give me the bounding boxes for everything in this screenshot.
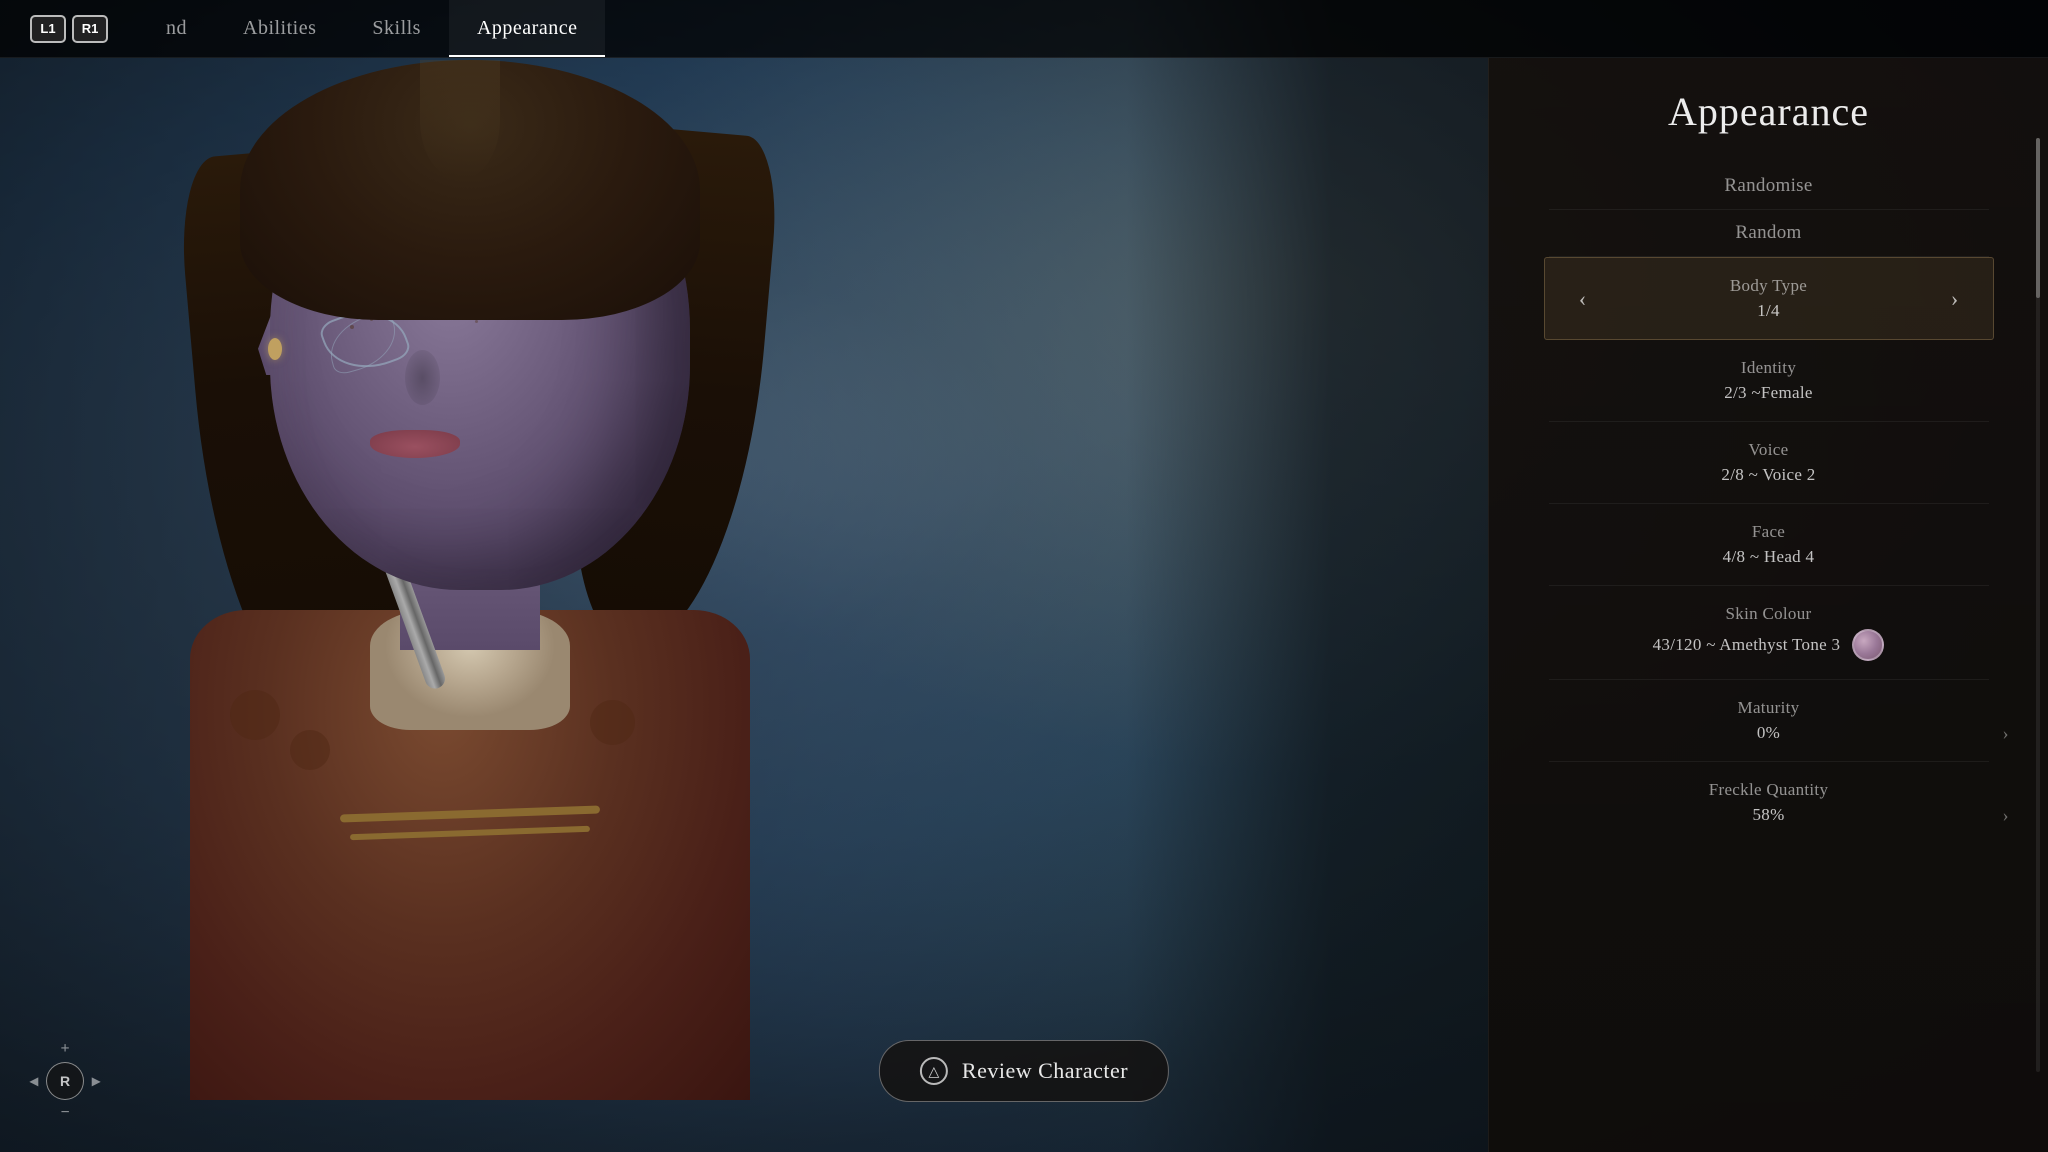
body-type-item[interactable]: ‹ Body Type 1/4 › <box>1544 257 1994 340</box>
identity-item[interactable]: Identity 2/3 ~Female <box>1549 340 1989 422</box>
skin-colour-item[interactable]: Skin Colour 43/120 ~ Amethyst Tone 3 <box>1549 586 1989 680</box>
camera-controls: + ◂ R ▸ − <box>30 1040 100 1122</box>
triangle-icon: △ <box>920 1057 948 1085</box>
freckle-value-row: 58% › <box>1549 805 1989 825</box>
nav-tabs: nd Abilities Skills Appearance <box>138 0 605 57</box>
scrollbar-thumb[interactable] <box>2036 138 2040 298</box>
top-navigation: L1 R1 nd Abilities Skills Appearance <box>0 0 2048 58</box>
l1-button[interactable]: L1 <box>30 15 66 43</box>
maturity-value-row: 0% › <box>1549 723 1989 743</box>
pan-right-button[interactable]: ▸ <box>92 1071 100 1091</box>
voice-item[interactable]: Voice 2/8 ~ Voice 2 <box>1549 422 1989 504</box>
camera-r-button[interactable]: R <box>46 1062 84 1100</box>
maturity-label: Maturity <box>1549 698 1989 718</box>
tab-skills[interactable]: Skills <box>344 0 449 57</box>
skin-colour-swatch[interactable] <box>1852 629 1884 661</box>
body-type-next-arrow[interactable]: › <box>1937 281 1973 317</box>
review-button-label: Review Character <box>962 1058 1128 1084</box>
zoom-minus-row: − <box>60 1104 69 1122</box>
appearance-panel: Appearance Randomise Random ‹ Body Type … <box>1488 58 2048 1152</box>
maturity-item[interactable]: Maturity 0% › <box>1549 680 1989 762</box>
skin-colour-row: 43/120 ~ Amethyst Tone 3 <box>1549 629 1989 661</box>
pan-left-button[interactable]: ◂ <box>30 1071 38 1091</box>
voice-label: Voice <box>1549 440 1989 460</box>
skin-colour-value: 43/120 ~ Amethyst Tone 3 <box>1653 635 1841 655</box>
freckle-quantity-value: 58% <box>1752 805 1784 825</box>
review-character-button[interactable]: △ Review Character <box>879 1040 1169 1102</box>
face-label: Face <box>1549 522 1989 542</box>
body-type-prev-arrow[interactable]: ‹ <box>1565 281 1601 317</box>
random-label: Random <box>1549 210 1989 257</box>
freckle-quantity-item[interactable]: Freckle Quantity 58% › <box>1549 762 1989 843</box>
tab-background[interactable]: nd <box>138 0 215 57</box>
controller-buttons: L1 R1 <box>30 15 108 43</box>
identity-label: Identity <box>1549 358 1989 378</box>
voice-value: 2/8 ~ Voice 2 <box>1549 465 1989 485</box>
body-type-value: 1/4 <box>1601 301 1937 321</box>
character-preview <box>0 0 1050 1152</box>
scrollbar-track[interactable] <box>2036 138 2040 1072</box>
freckle-arrow-icon: › <box>2003 805 2009 826</box>
maturity-value: 0% <box>1757 723 1780 743</box>
zoom-plus-row: + <box>60 1040 69 1058</box>
body-type-center: Body Type 1/4 <box>1601 276 1937 321</box>
freckle-quantity-label: Freckle Quantity <box>1549 780 1989 800</box>
face-value: 4/8 ~ Head 4 <box>1549 547 1989 567</box>
body-type-row: ‹ Body Type 1/4 › <box>1565 276 1973 321</box>
skin-colour-label: Skin Colour <box>1549 604 1989 624</box>
panel-title: Appearance <box>1668 88 1869 135</box>
identity-value: 2/3 ~Female <box>1549 383 1989 403</box>
character-figure <box>50 40 950 1090</box>
tab-abilities[interactable]: Abilities <box>215 0 344 57</box>
body-type-label: Body Type <box>1601 276 1937 296</box>
r1-button[interactable]: R1 <box>72 15 108 43</box>
zoom-in-button[interactable]: + <box>60 1040 69 1058</box>
tab-appearance[interactable]: Appearance <box>449 0 606 57</box>
maturity-arrow-icon: › <box>2003 723 2009 744</box>
randomise-button[interactable]: Randomise <box>1549 163 1989 210</box>
face-item[interactable]: Face 4/8 ~ Head 4 <box>1549 504 1989 586</box>
appearance-list: Randomise Random ‹ Body Type 1/4 › Ident… <box>1489 163 2048 843</box>
zoom-out-button[interactable]: − <box>60 1104 69 1122</box>
camera-row: ◂ R ▸ <box>30 1062 100 1100</box>
